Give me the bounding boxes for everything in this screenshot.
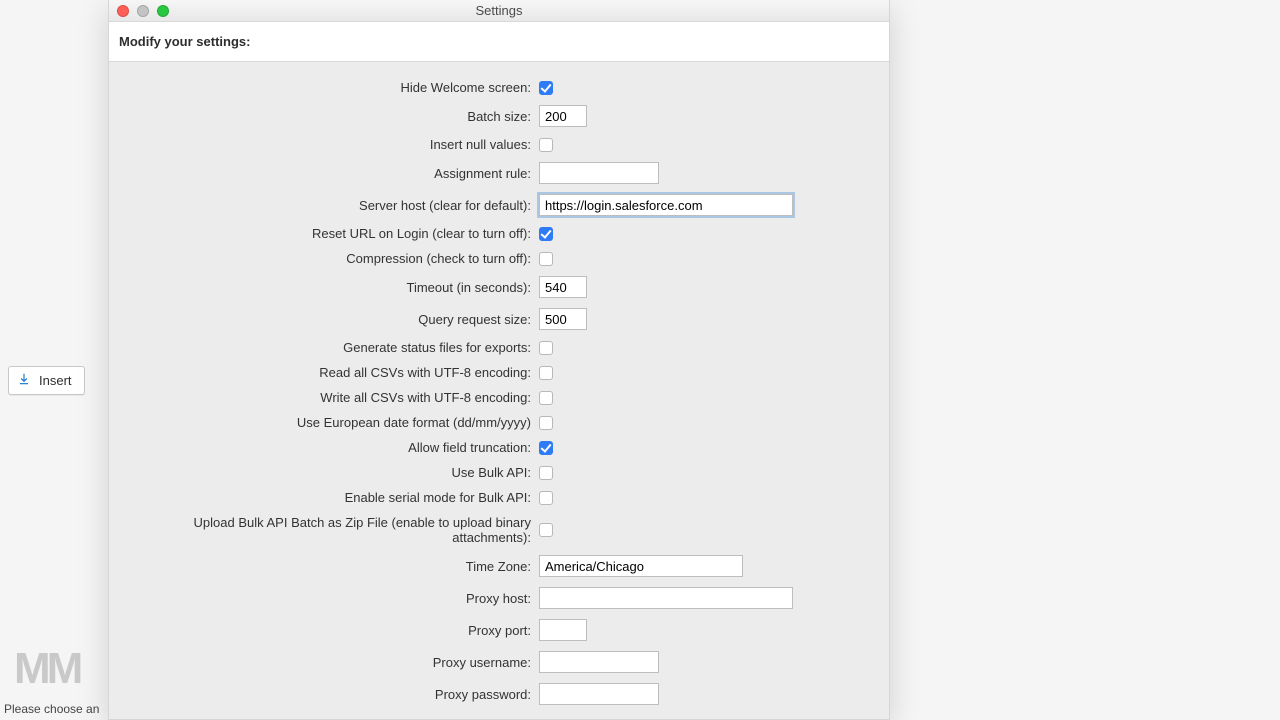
proxy-pass-label: Proxy password: xyxy=(129,687,539,702)
assignment-rule-input[interactable] xyxy=(539,162,659,184)
timezone-label: Time Zone: xyxy=(129,559,539,574)
zip-bulk-label: Upload Bulk API Batch as Zip File (enabl… xyxy=(129,515,539,545)
server-host-input[interactable] xyxy=(539,194,793,216)
assignment-rule-label: Assignment rule: xyxy=(129,166,539,181)
hide-welcome-checkbox[interactable] xyxy=(539,81,553,95)
insert-button-label: Insert xyxy=(39,373,72,388)
truncation-checkbox[interactable] xyxy=(539,441,553,455)
query-size-label: Query request size: xyxy=(129,312,539,327)
timeout-input[interactable] xyxy=(539,276,587,298)
close-icon[interactable] xyxy=(117,5,129,17)
minimize-icon[interactable] xyxy=(137,5,149,17)
gen-status-label: Generate status files for exports: xyxy=(129,340,539,355)
proxy-port-label: Proxy port: xyxy=(129,623,539,638)
window-title: Settings xyxy=(109,3,889,18)
proxy-user-input[interactable] xyxy=(539,651,659,673)
watermark: MM xyxy=(14,644,79,694)
server-host-label: Server host (clear for default): xyxy=(129,198,539,213)
insert-nulls-label: Insert null values: xyxy=(129,137,539,152)
reset-url-checkbox[interactable] xyxy=(539,227,553,241)
gen-status-checkbox[interactable] xyxy=(539,341,553,355)
hide-welcome-label: Hide Welcome screen: xyxy=(129,80,539,95)
reset-url-label: Reset URL on Login (clear to turn off): xyxy=(129,226,539,241)
proxy-pass-input[interactable] xyxy=(539,683,659,705)
euro-date-checkbox[interactable] xyxy=(539,416,553,430)
proxy-host-label: Proxy host: xyxy=(129,591,539,606)
batch-size-input[interactable] xyxy=(539,105,587,127)
status-text: Please choose an xyxy=(4,702,99,716)
settings-form[interactable]: Hide Welcome screen: Batch size: Insert … xyxy=(109,62,889,719)
zoom-icon[interactable] xyxy=(157,5,169,17)
serial-bulk-label: Enable serial mode for Bulk API: xyxy=(129,490,539,505)
proxy-host-input[interactable] xyxy=(539,587,793,609)
bulk-api-label: Use Bulk API: xyxy=(129,465,539,480)
euro-date-label: Use European date format (dd/mm/yyyy) xyxy=(129,415,539,430)
settings-window: Settings Modify your settings: Hide Welc… xyxy=(108,0,890,720)
timeout-label: Timeout (in seconds): xyxy=(129,280,539,295)
page-header: Modify your settings: xyxy=(109,22,889,62)
compression-checkbox[interactable] xyxy=(539,252,553,266)
truncation-label: Allow field truncation: xyxy=(129,440,539,455)
download-icon xyxy=(17,372,31,389)
proxy-port-input[interactable] xyxy=(539,619,587,641)
batch-size-label: Batch size: xyxy=(129,109,539,124)
compression-label: Compression (check to turn off): xyxy=(129,251,539,266)
titlebar: Settings xyxy=(109,0,889,22)
read-utf8-checkbox[interactable] xyxy=(539,366,553,380)
query-size-input[interactable] xyxy=(539,308,587,330)
proxy-user-label: Proxy username: xyxy=(129,655,539,670)
serial-bulk-checkbox[interactable] xyxy=(539,491,553,505)
traffic-lights xyxy=(117,5,169,17)
zip-bulk-checkbox[interactable] xyxy=(539,523,553,537)
write-utf8-label: Write all CSVs with UTF-8 encoding: xyxy=(129,390,539,405)
timezone-input[interactable] xyxy=(539,555,743,577)
read-utf8-label: Read all CSVs with UTF-8 encoding: xyxy=(129,365,539,380)
write-utf8-checkbox[interactable] xyxy=(539,391,553,405)
insert-nulls-checkbox[interactable] xyxy=(539,138,553,152)
insert-button[interactable]: Insert xyxy=(8,366,85,395)
bulk-api-checkbox[interactable] xyxy=(539,466,553,480)
